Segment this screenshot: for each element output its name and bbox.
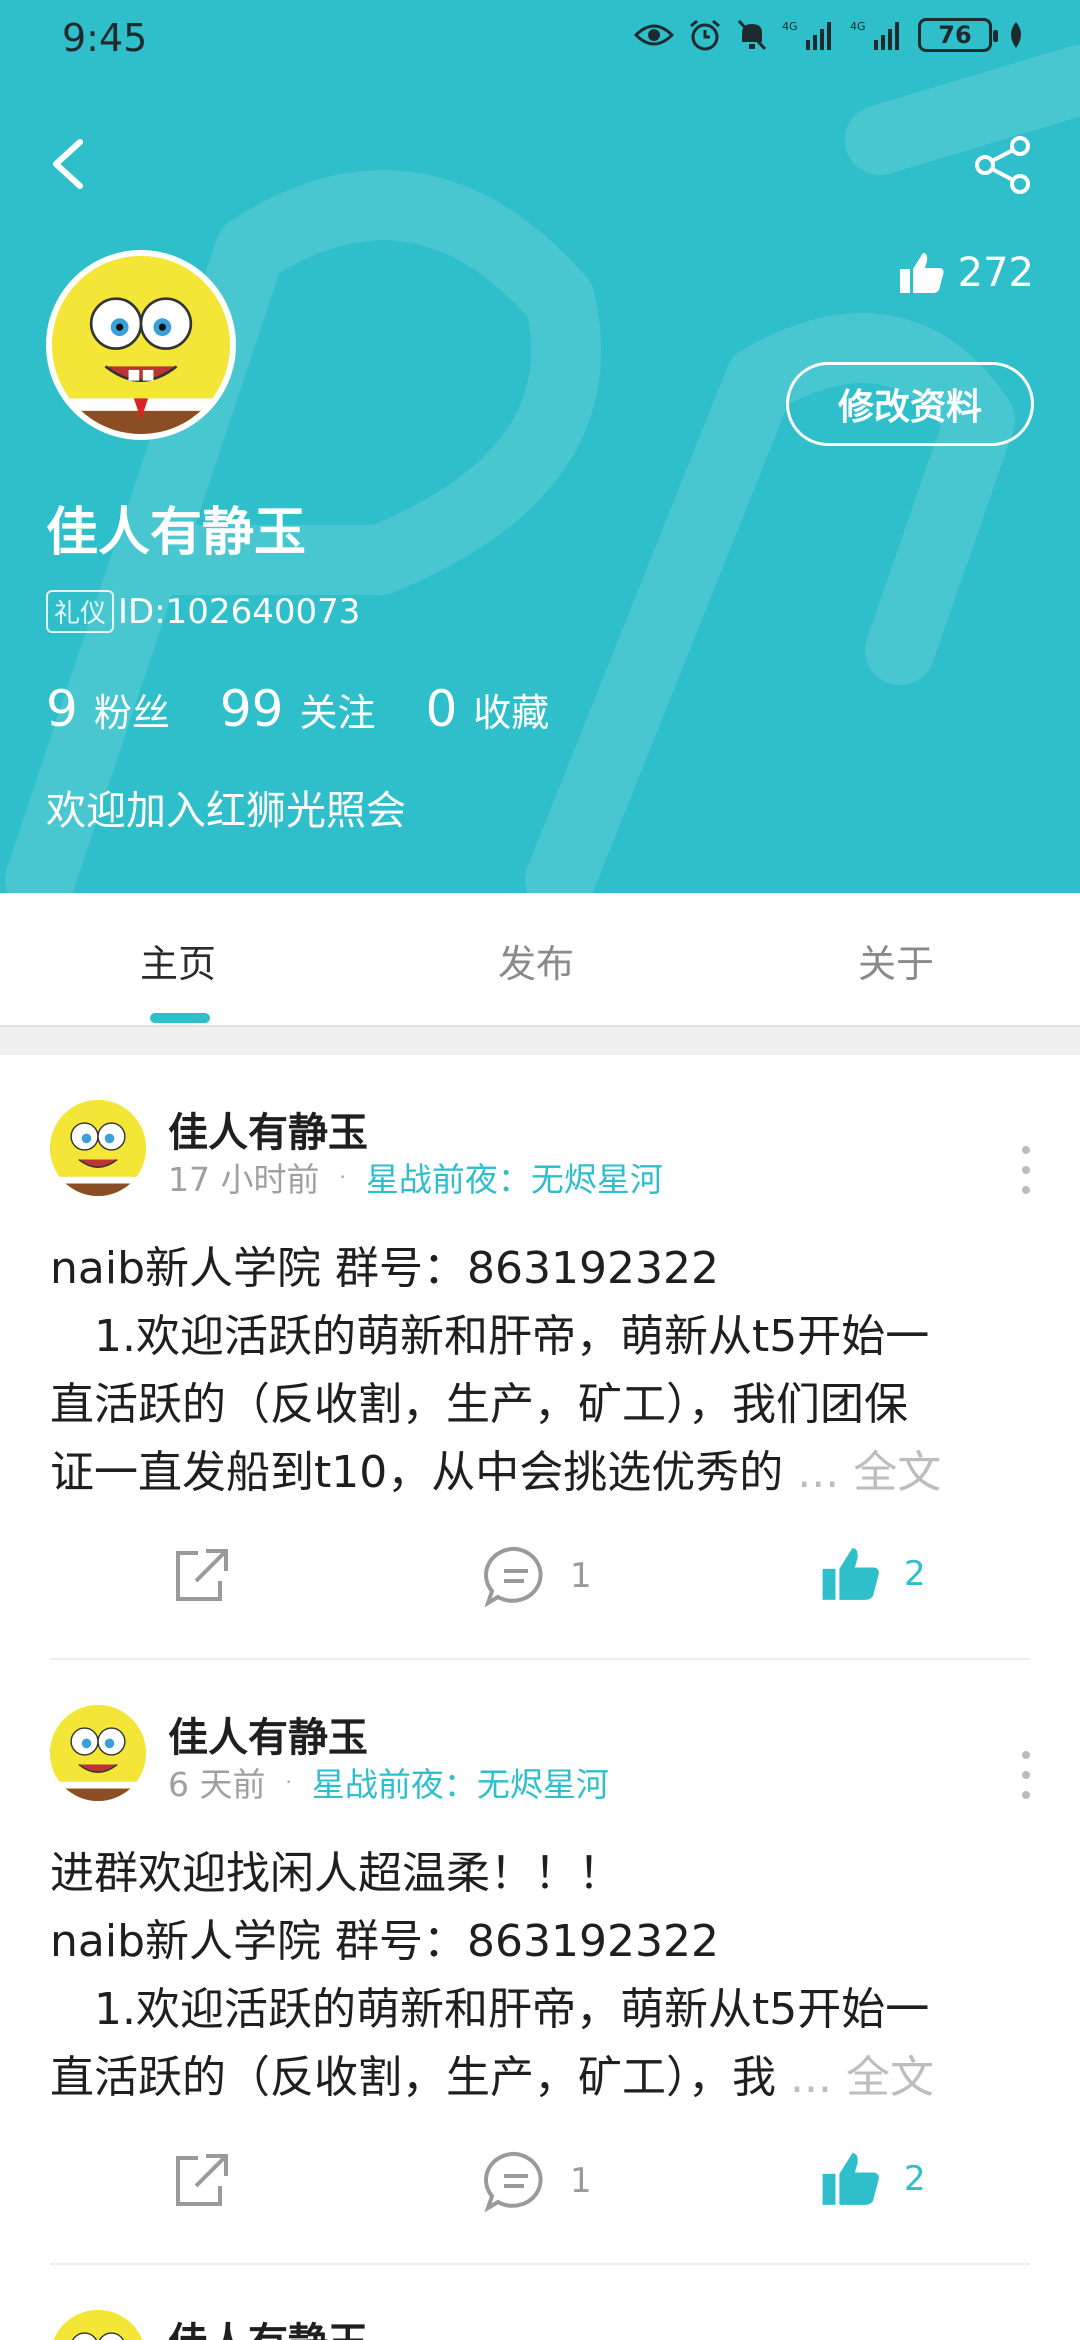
comment-count: 1 bbox=[570, 2161, 592, 2201]
comment-icon bbox=[484, 1546, 543, 1607]
thumbs-up-icon bbox=[822, 1548, 879, 1600]
post-line-text: 证一直发船到t10，从中会挑选优秀的 bbox=[50, 1447, 784, 1498]
stat-number: 9 bbox=[46, 680, 78, 738]
post-game-tag[interactable]: 星战前夜：无烬星河 bbox=[366, 1153, 663, 1201]
role-badge: 礼仪 bbox=[46, 590, 115, 633]
status-time: 9:45 bbox=[62, 16, 148, 60]
post-line: 进群欢迎找闲人超温柔！！！ bbox=[50, 1848, 622, 1899]
thumbs-up-icon bbox=[822, 2153, 879, 2205]
post-author[interactable]: 佳人有静玉 bbox=[168, 1705, 368, 1763]
stat-label: 收藏 bbox=[473, 691, 550, 735]
like-button[interactable]: 2 bbox=[820, 1545, 926, 1603]
status-icons: 4G 4G 76 bbox=[634, 18, 1026, 52]
external-share-icon bbox=[176, 2154, 228, 2206]
like-count: 2 bbox=[904, 1554, 926, 1594]
profile-id-row: 礼仪 ID:102640073 bbox=[46, 590, 360, 633]
expand-full-text-link[interactable]: ... 全文 bbox=[790, 2052, 934, 2103]
share-icon[interactable] bbox=[972, 134, 1034, 196]
more-options-icon[interactable] bbox=[1016, 1140, 1036, 1200]
post-card[interactable]: 佳人有静玉 bbox=[0, 2265, 1080, 2340]
thumbs-up-icon bbox=[899, 253, 944, 293]
post-time: 17 小时前 bbox=[168, 1160, 320, 1199]
stat-label: 粉丝 bbox=[93, 691, 170, 735]
post-actions: 1 2 bbox=[0, 1545, 1080, 1625]
battery-icon: 76 bbox=[918, 18, 998, 52]
tab-about[interactable]: 关于 bbox=[858, 933, 934, 988]
section-separator bbox=[0, 1025, 1080, 1055]
stat-number: 0 bbox=[425, 680, 458, 738]
profile-name: 佳人有静玉 bbox=[46, 503, 307, 563]
post-meta: 6 天前 · 星战前夜：无烬星河 bbox=[168, 1758, 609, 1806]
post-time: 6 天前 bbox=[168, 1765, 266, 1804]
post-avatar[interactable] bbox=[50, 1705, 146, 1801]
profile-tabs: 主页 发布 关于 bbox=[0, 893, 1080, 1025]
more-options-icon[interactable] bbox=[1016, 1745, 1036, 1805]
stat-following[interactable]: 99 关注 bbox=[220, 680, 376, 738]
watermark-logo bbox=[5, 45, 1080, 893]
sponge-avatar-image bbox=[50, 2310, 146, 2340]
post-line: naib新人学院 群号：863192322 bbox=[50, 1916, 719, 1967]
post-line: 证一直发船到t10，从中会挑选优秀的 ... 全文 bbox=[50, 1439, 1040, 1507]
post-line: 直活跃的（反收割，生产，矿工），我 ... 全文 bbox=[50, 2044, 1040, 2112]
post-line-text: 直活跃的（反收割，生产，矿工），我 bbox=[50, 2052, 776, 2103]
external-share-icon bbox=[176, 1549, 228, 1601]
stat-favorites[interactable]: 0 收藏 bbox=[425, 680, 549, 738]
tab-indicator bbox=[150, 1013, 210, 1023]
post-author[interactable]: 佳人有静玉 bbox=[168, 2310, 368, 2340]
svg-text:4G: 4G bbox=[850, 20, 866, 33]
status-bar: 9:45 4G 4G 76 bbox=[0, 0, 1080, 80]
tab-home[interactable]: 主页 bbox=[140, 933, 216, 988]
signal-icon: 4G bbox=[782, 20, 831, 50]
post-line: 直活跃的（反收割，生产，矿工），我们团保 bbox=[50, 1379, 908, 1430]
post-line: naib新人学院 群号：863192322 bbox=[50, 1243, 719, 1294]
eye-icon bbox=[634, 24, 674, 46]
signal-icon-2: 4G bbox=[850, 20, 899, 50]
comment-count: 1 bbox=[570, 1556, 592, 1596]
meta-dot: · bbox=[339, 1165, 346, 1189]
share-post-button[interactable] bbox=[170, 1545, 232, 1607]
likes-count: 272 bbox=[957, 250, 1034, 296]
profile-id: ID:102640073 bbox=[118, 591, 361, 632]
expand-full-text-link[interactable]: ... 全文 bbox=[797, 1447, 941, 1498]
post-card[interactable]: 佳人有静玉 6 天前 · 星战前夜：无烬星河 进群欢迎找闲人超温柔！！！ nai… bbox=[0, 1660, 1080, 2265]
stat-label: 关注 bbox=[299, 691, 376, 735]
alarm-icon bbox=[690, 19, 720, 51]
post-card[interactable]: 佳人有静玉 17 小时前 · 星战前夜：无烬星河 naib新人学院 群号：863… bbox=[0, 1055, 1080, 1660]
meta-dot: · bbox=[285, 1770, 292, 1794]
back-icon[interactable] bbox=[44, 136, 90, 192]
edit-profile-button[interactable]: 修改资料 bbox=[786, 362, 1034, 446]
profile-bio: 欢迎加入红狮光照会 bbox=[46, 788, 406, 834]
stat-fans[interactable]: 9 粉丝 bbox=[46, 680, 170, 738]
post-game-tag[interactable]: 星战前夜：无烬星河 bbox=[312, 1758, 609, 1806]
comment-button[interactable]: 1 bbox=[484, 1545, 592, 1607]
profile-page: 9:45 4G 4G 76 272 修改资料 佳人有静玉 礼仪 ID:10264… bbox=[0, 0, 1080, 2340]
sponge-avatar-image bbox=[52, 256, 230, 434]
comment-button[interactable]: 1 bbox=[484, 2150, 592, 2212]
post-author[interactable]: 佳人有静玉 bbox=[168, 1100, 368, 1158]
share-post-button[interactable] bbox=[170, 2150, 232, 2212]
leaf-icon bbox=[1011, 22, 1021, 48]
post-avatar[interactable] bbox=[50, 2310, 146, 2340]
post-content[interactable]: 进群欢迎找闲人超温柔！！！ naib新人学院 群号：863192322 1.欢迎… bbox=[50, 1840, 1040, 2112]
post-meta: 17 小时前 · 星战前夜：无烬星河 bbox=[168, 1153, 663, 1201]
sponge-avatar-image bbox=[50, 1100, 146, 1196]
profile-stats: 9 粉丝 99 关注 0 收藏 bbox=[46, 680, 599, 738]
post-actions: 1 2 bbox=[0, 2150, 1080, 2230]
post-content[interactable]: naib新人学院 群号：863192322 1.欢迎活跃的萌新和肝帝，萌新从t5… bbox=[50, 1235, 1040, 1507]
sponge-avatar-image bbox=[50, 1705, 146, 1801]
battery-level: 76 bbox=[938, 21, 972, 49]
like-button[interactable]: 2 bbox=[820, 2150, 926, 2208]
comment-icon bbox=[484, 2151, 543, 2212]
profile-avatar[interactable] bbox=[46, 250, 236, 440]
stat-number: 99 bbox=[219, 680, 284, 738]
post-line: 1.欢迎活跃的萌新和肝帝，萌新从t5开始一 bbox=[50, 1311, 930, 1362]
profile-likes: 272 bbox=[898, 250, 1034, 296]
post-line: 1.欢迎活跃的萌新和肝帝，萌新从t5开始一 bbox=[50, 1984, 930, 2035]
mute-icon bbox=[737, 19, 767, 51]
profile-header: 9:45 4G 4G 76 272 修改资料 佳人有静玉 礼仪 ID:10264… bbox=[0, 0, 1080, 893]
tab-posts[interactable]: 发布 bbox=[498, 933, 574, 988]
post-avatar[interactable] bbox=[50, 1100, 146, 1196]
svg-text:4G: 4G bbox=[782, 20, 798, 33]
like-count: 2 bbox=[904, 2159, 926, 2199]
